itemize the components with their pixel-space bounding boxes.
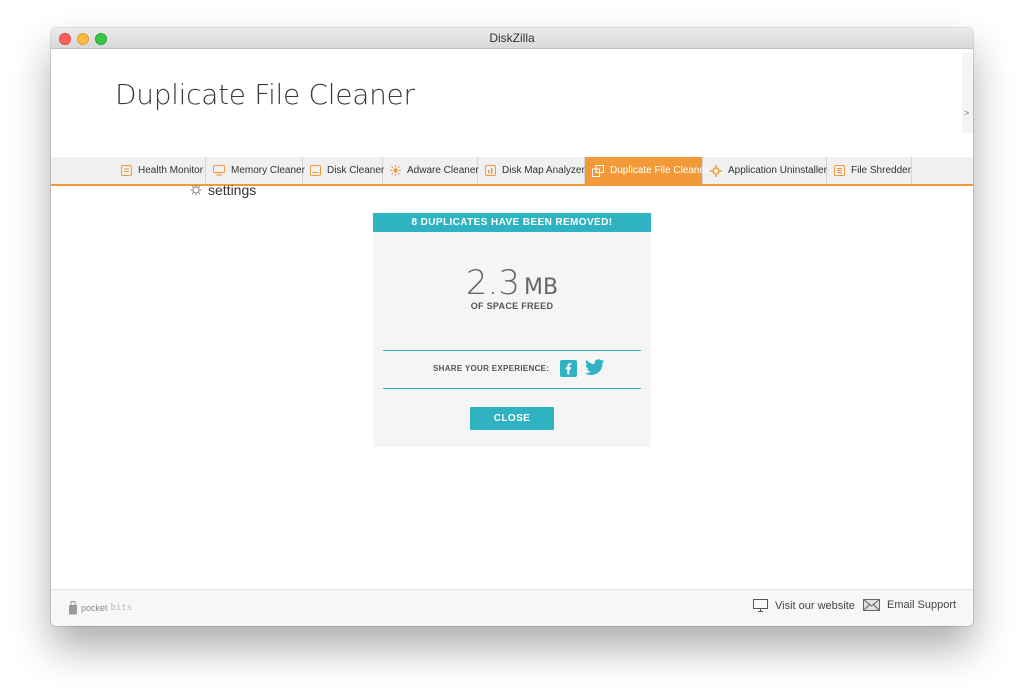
tab-label: Disk Cleaner	[327, 165, 385, 176]
tab-memory-cleaner[interactable]: Memory Cleaner	[206, 157, 305, 184]
footer: pocket bits Visit our website Email Suppo…	[51, 589, 973, 626]
duplicate-file-cleaner-icon	[592, 164, 604, 177]
tab-application-uninstaller[interactable]: Application Uninstaller	[703, 157, 827, 184]
space-freed-label: OF SPACE FREED	[470, 301, 554, 311]
close-button[interactable]: CLOSE	[470, 407, 554, 430]
tab-label: Duplicate File Cleaner	[610, 165, 709, 176]
application-uninstaller-icon	[710, 164, 722, 177]
space-freed-value: 2.3 MB	[373, 263, 651, 303]
divider	[383, 350, 641, 351]
share-label: SHARE YOUR EXPERIENCE:	[433, 364, 550, 373]
result-dialog: 8 DUPLICATES HAVE BEEN REMOVED! 2.3 MB OF…	[373, 213, 651, 447]
settings-label: settings	[208, 182, 257, 198]
tab-health-monitor[interactable]: Health Monitor	[114, 157, 206, 184]
window-title: DiskZilla	[489, 31, 535, 45]
tab-label: Disk Map Analyzer	[502, 165, 585, 176]
pocketbits-logo-icon	[69, 601, 77, 615]
tab-file-shredder[interactable]: File Shredder	[827, 157, 912, 184]
twitter-icon[interactable]	[585, 359, 605, 381]
size-number: 2.3	[465, 263, 520, 303]
page-title: Duplicate File Cleaner	[115, 78, 415, 111]
monitor-icon	[753, 599, 768, 612]
disk-map-analyzer-icon	[485, 165, 496, 176]
tab-label: File Shredder	[851, 165, 912, 176]
title-bar: DiskZilla	[51, 28, 973, 49]
adware-cleaner-icon	[390, 165, 401, 176]
email-support-link[interactable]: Email Support	[863, 599, 956, 611]
tab-adware-cleaner[interactable]: Adware Cleaner	[383, 157, 479, 184]
header-scroll-strip[interactable]	[962, 53, 973, 133]
email-support-label: Email Support	[887, 599, 957, 611]
brand-prefix: pocket	[81, 603, 108, 613]
gear-icon	[190, 184, 202, 196]
page-header: Duplicate File Cleaner > Health Monitor …	[51, 49, 973, 186]
visit-website-label: Visit our website	[775, 599, 855, 612]
memory-cleaner-icon	[213, 165, 225, 176]
size-unit: MB	[524, 275, 559, 300]
health-monitor-icon	[121, 165, 132, 176]
brand-logo[interactable]: pocket bits	[68, 601, 132, 615]
file-shredder-icon	[834, 165, 845, 176]
settings-link[interactable]: settings	[190, 182, 256, 198]
tab-disk-map-analyzer[interactable]: Disk Map Analyzer	[478, 157, 585, 184]
tab-duplicate-file-cleaner[interactable]: Duplicate File Cleaner	[585, 157, 708, 184]
brand-suffix: bits	[110, 603, 133, 613]
envelope-icon	[863, 599, 880, 611]
tab-label: Adware Cleaner	[407, 165, 479, 176]
visit-website-link[interactable]: Visit our website	[753, 599, 855, 612]
tab-label: Health Monitor	[138, 165, 204, 176]
dialog-heading: 8 DUPLICATES HAVE BEEN REMOVED!	[373, 213, 651, 232]
divider	[383, 388, 641, 389]
tab-label: Application Uninstaller	[728, 165, 827, 176]
disk-cleaner-icon	[310, 165, 321, 176]
facebook-icon[interactable]	[560, 360, 577, 377]
app-window: DiskZilla Duplicate File Cleaner > Healt…	[51, 28, 973, 626]
tab-disk-cleaner[interactable]: Disk Cleaner	[303, 157, 385, 184]
tab-label: Memory Cleaner	[231, 165, 305, 176]
chevron-right-icon[interactable]: >	[964, 108, 969, 118]
